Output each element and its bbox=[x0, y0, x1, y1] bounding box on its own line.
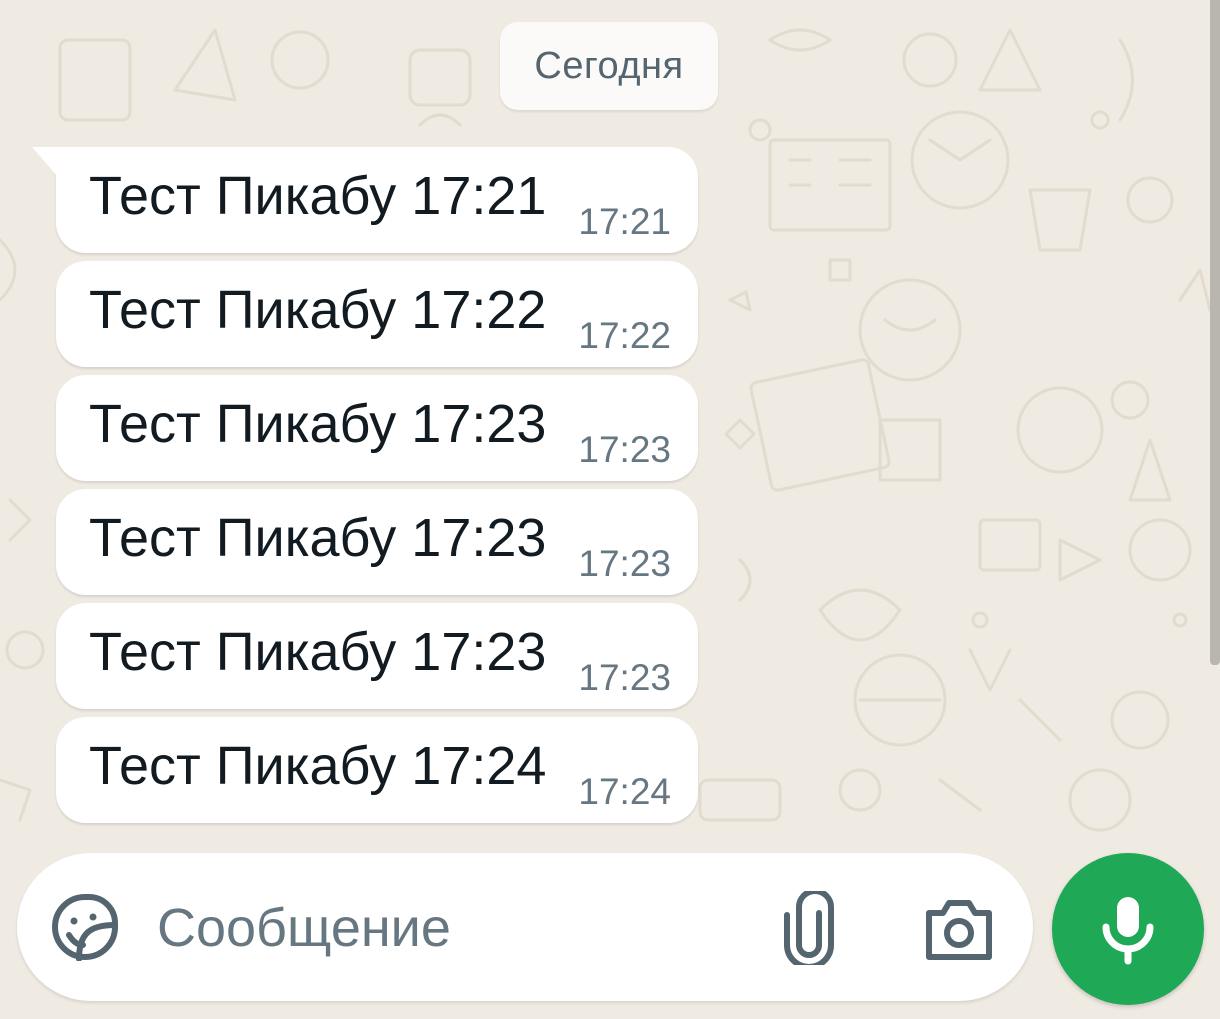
message-bubble[interactable]: Тест Пикабу 17:21 17:21 bbox=[32, 147, 698, 253]
message-time: 17:22 bbox=[578, 315, 671, 356]
message-time: 17:21 bbox=[578, 201, 671, 242]
message-time: 17:23 bbox=[578, 429, 671, 470]
message-text: Тест Пикабу 17:21 bbox=[89, 166, 547, 226]
bubble-tail bbox=[32, 147, 58, 177]
message-text: Тест Пикабу 17:22 bbox=[89, 280, 547, 340]
message-text: Тест Пикабу 17:23 bbox=[89, 508, 547, 568]
sticker-emoji-icon[interactable] bbox=[51, 893, 119, 962]
message-time: 17:24 bbox=[578, 771, 671, 812]
paperclip-icon[interactable] bbox=[781, 888, 837, 970]
message-bubble[interactable]: Тест Пикабу 17:23 17:23 bbox=[56, 603, 698, 709]
message-time: 17:23 bbox=[578, 657, 671, 698]
microphone-icon[interactable] bbox=[1052, 853, 1204, 1005]
message-bubble[interactable]: Тест Пикабу 17:22 17:22 bbox=[56, 261, 698, 367]
message-input[interactable]: Сообщение bbox=[157, 897, 451, 959]
message-text: Тест Пикабу 17:23 bbox=[89, 622, 547, 682]
message-list: Тест Пикабу 17:21 17:21 Тест Пикабу 17:2… bbox=[0, 0, 1220, 840]
message-composer: Сообщение bbox=[17, 853, 1033, 1001]
message-time: 17:23 bbox=[578, 543, 671, 584]
camera-icon[interactable] bbox=[923, 893, 995, 961]
message-text: Тест Пикабу 17:24 bbox=[89, 736, 547, 796]
message-text: Тест Пикабу 17:23 bbox=[89, 394, 547, 454]
message-bubble[interactable]: Тест Пикабу 17:23 17:23 bbox=[56, 375, 698, 481]
message-bubble[interactable]: Тест Пикабу 17:23 17:23 bbox=[56, 489, 698, 595]
message-bubble[interactable]: Тест Пикабу 17:24 17:24 bbox=[56, 717, 698, 823]
